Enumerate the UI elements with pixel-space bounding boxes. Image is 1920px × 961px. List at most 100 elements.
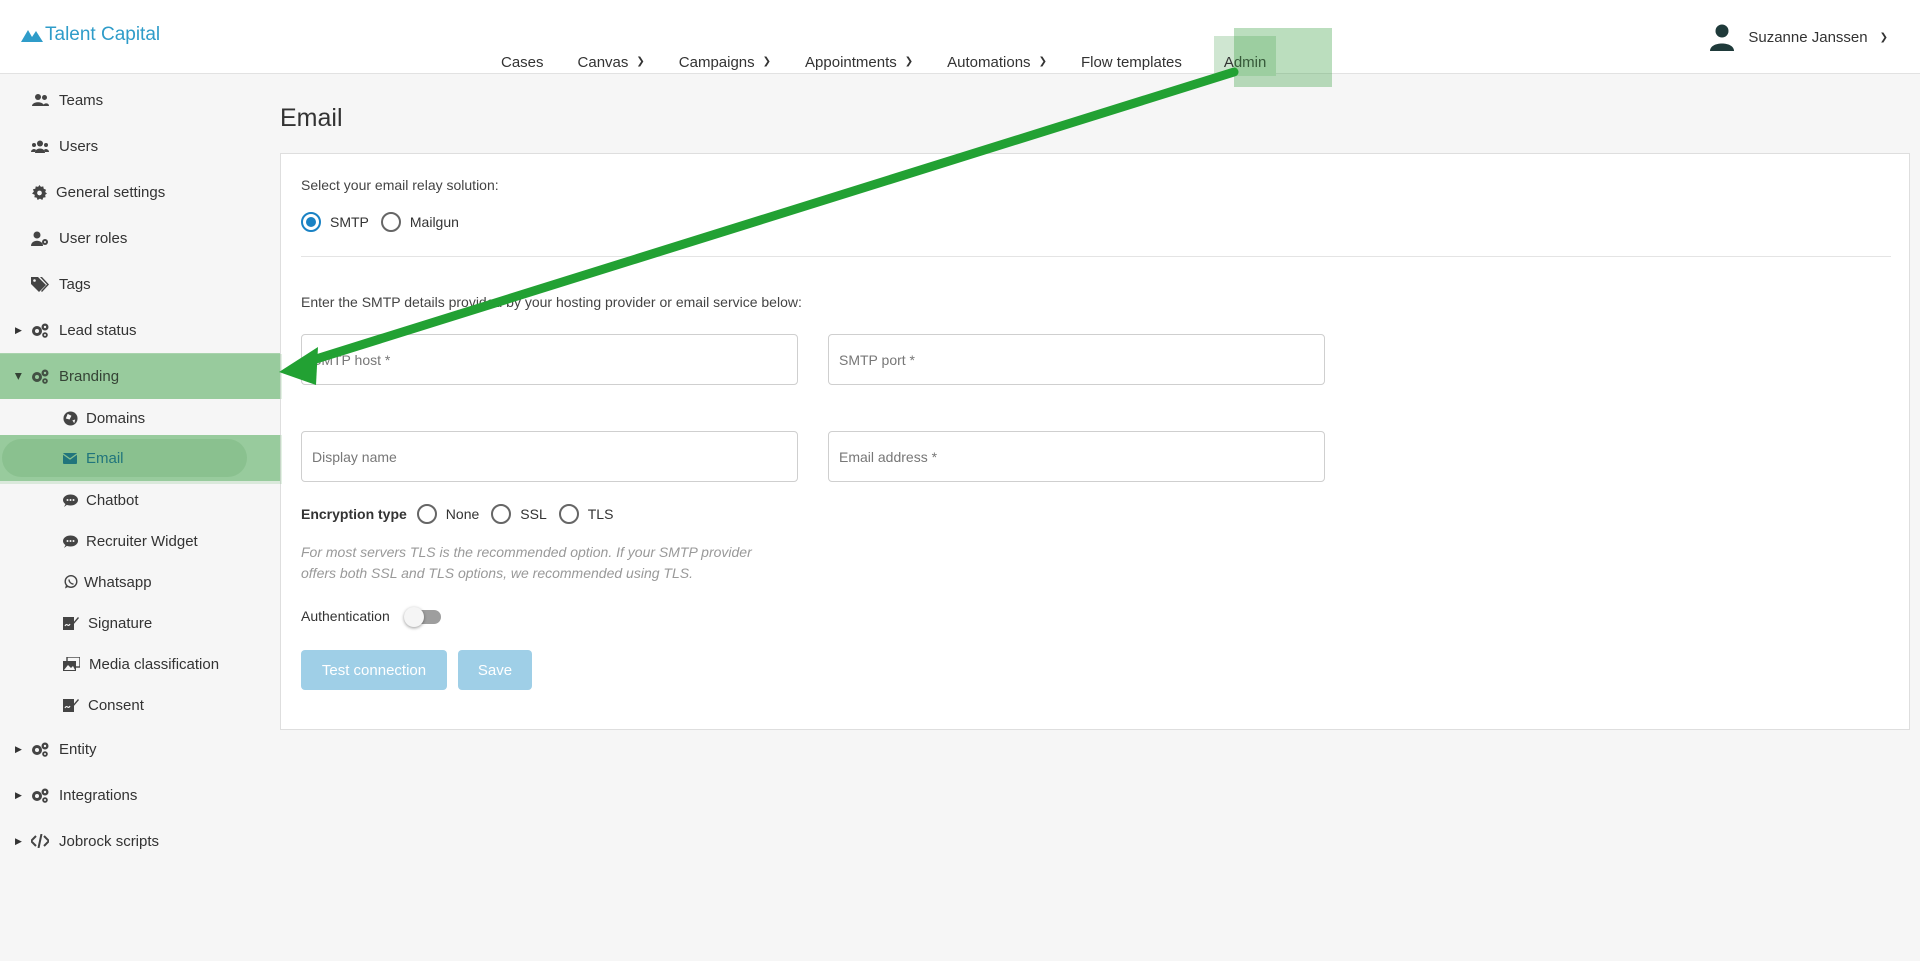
smtp-radio[interactable] — [301, 212, 321, 232]
sidebar-item-jobrock-scripts[interactable]: ▶ Jobrock scripts — [0, 818, 282, 864]
users-group-icon — [31, 138, 49, 154]
radio-label: None — [445, 506, 480, 522]
relay-option-mailgun[interactable]: Mailgun — [380, 212, 459, 232]
hint-line: For most servers TLS is the recommended … — [301, 544, 752, 560]
none-radio[interactable] — [416, 504, 437, 524]
sidebar-item-label: Domains — [86, 409, 146, 427]
smtp-port-field[interactable] — [828, 334, 1325, 385]
display-name-input[interactable] — [302, 432, 797, 481]
sidebar-item-label: Users — [59, 137, 99, 155]
email-address-field[interactable] — [828, 431, 1325, 482]
sidebar-item-users[interactable]: Users — [0, 123, 282, 169]
sidebar-item-signature[interactable]: Signature — [0, 600, 282, 646]
radio-label: Mailgun — [409, 214, 459, 230]
nav-item-appointments[interactable]: Appointments ❯ — [791, 36, 933, 76]
encryption-option-tls[interactable]: TLS — [558, 504, 614, 524]
nav-label: Appointments — [805, 53, 897, 71]
user-menu[interactable]: Suzanne Janssen ❯ — [1708, 23, 1888, 51]
sidebar-item-label: Tags — [59, 275, 91, 293]
caret-right-icon: ▶ — [15, 789, 22, 800]
ssl-radio[interactable] — [491, 504, 512, 524]
brand-name: Talent Capital — [45, 24, 161, 45]
caret-right-icon: ▶ — [15, 324, 22, 335]
sidebar-item-general-settings[interactable]: General settings — [0, 169, 282, 215]
gears-icon — [31, 741, 49, 757]
sidebar-item-integrations[interactable]: ▶ Integrations — [0, 772, 282, 818]
whatsapp-icon — [62, 574, 80, 590]
sidebar-item-user-roles[interactable]: User roles — [0, 215, 282, 261]
user-cog-icon — [31, 230, 49, 246]
nav-label: Canvas — [577, 53, 629, 71]
email-address-input[interactable] — [829, 432, 1324, 481]
code-icon — [31, 833, 49, 849]
signature-icon — [62, 697, 80, 713]
authentication-toggle[interactable] — [404, 607, 441, 627]
sidebar-item-tags[interactable]: Tags — [0, 261, 282, 307]
email-settings-card: Select your email relay solution: SMTP M… — [280, 153, 1910, 730]
encryption-option-none[interactable]: None — [416, 504, 480, 524]
encryption-option-ssl[interactable]: SSL — [491, 504, 547, 524]
nav-item-campaigns[interactable]: Campaigns ❯ — [665, 36, 791, 76]
encryption-label: Encryption type — [301, 506, 407, 522]
radio-label: TLS — [587, 506, 614, 522]
sidebar-item-label: Consent — [88, 696, 144, 714]
sidebar-item-label: General settings — [56, 183, 166, 201]
signature-icon — [62, 615, 80, 631]
nav-item-automations[interactable]: Automations ❯ — [933, 36, 1067, 76]
images-icon — [62, 656, 80, 672]
test-connection-button[interactable]: Test connection — [301, 650, 447, 690]
sidebar: Teams Users General settings User roles … — [0, 75, 282, 961]
nav-label: Cases — [501, 53, 544, 71]
branding-highlight — [0, 354, 282, 399]
comment-icon — [61, 533, 79, 549]
encryption-radio-group: Encryption type None SSL TLS — [301, 504, 625, 524]
sidebar-item-label: Lead status — [59, 321, 137, 339]
tags-icon — [31, 276, 49, 292]
caret-right-icon: ▶ — [15, 835, 22, 846]
email-highlight — [0, 435, 282, 484]
divider — [301, 256, 1891, 257]
chevron-down-icon: ❯ — [762, 55, 772, 67]
relay-option-smtp[interactable]: SMTP — [301, 212, 369, 232]
nav-label: Flow templates — [1080, 53, 1182, 71]
page-title: Email — [280, 104, 343, 132]
relay-prompt: Select your email relay solution: — [301, 177, 499, 193]
nav-item-cases[interactable]: Cases — [487, 36, 564, 76]
nav-item-flow-templates[interactable]: Flow templates — [1067, 36, 1202, 76]
sidebar-item-label: Teams — [59, 91, 104, 109]
smtp-host-field[interactable] — [301, 334, 798, 385]
mailgun-radio[interactable] — [380, 212, 401, 232]
gears-icon — [31, 787, 49, 803]
sidebar-item-recruiter-widget[interactable]: Recruiter Widget — [0, 518, 282, 564]
tls-radio[interactable] — [558, 504, 579, 524]
sidebar-item-label: Whatsapp — [84, 573, 152, 591]
sidebar-item-teams[interactable]: Teams — [0, 77, 282, 123]
sidebar-item-label: Recruiter Widget — [86, 532, 198, 550]
relay-radio-group: SMTP Mailgun — [301, 212, 471, 232]
sidebar-item-whatsapp[interactable]: Whatsapp — [0, 559, 282, 605]
brand-logo[interactable]: Talent Capital — [21, 24, 160, 46]
display-name-field[interactable] — [301, 431, 798, 482]
main-nav: Cases Canvas ❯ Campaigns ❯ Appointments ❯ A… — [487, 36, 1277, 76]
sidebar-item-label: Integrations — [59, 786, 138, 804]
sidebar-item-label: Media classification — [89, 655, 220, 673]
caret-right-icon: ▶ — [15, 743, 22, 754]
sidebar-item-consent[interactable]: Consent — [0, 682, 282, 728]
toggle-knob — [404, 607, 424, 627]
globe-icon — [61, 410, 79, 426]
sidebar-item-label: Jobrock scripts — [59, 832, 160, 850]
smtp-port-input[interactable] — [829, 335, 1324, 384]
admin-highlight — [1234, 28, 1332, 87]
logo-mountains-icon — [21, 30, 43, 42]
sidebar-item-lead-status[interactable]: ▶ Lead status — [0, 307, 282, 353]
encryption-hint: For most servers TLS is the recommended … — [301, 542, 771, 584]
save-button[interactable]: Save — [458, 650, 532, 690]
top-bar: Talent Capital Cases Canvas ❯ Campaigns ❯ … — [0, 0, 1920, 76]
sidebar-item-entity[interactable]: ▶ Entity — [0, 726, 282, 772]
smtp-host-input[interactable] — [302, 335, 797, 384]
sidebar-item-label: Chatbot — [86, 491, 139, 509]
users-icon — [31, 92, 49, 108]
sidebar-item-media-classification[interactable]: Media classification — [0, 641, 282, 687]
nav-item-canvas[interactable]: Canvas ❯ — [564, 36, 665, 76]
smtp-prompt: Enter the SMTP details provided by your … — [301, 294, 802, 310]
